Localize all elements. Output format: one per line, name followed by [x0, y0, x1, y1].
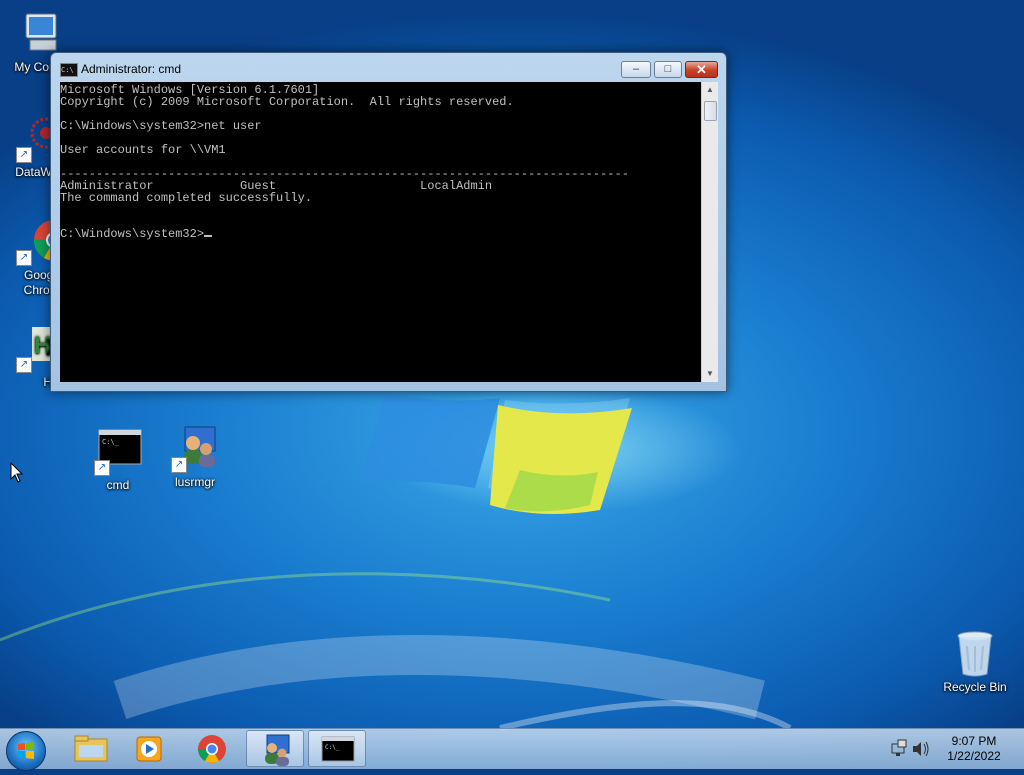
- close-icon: ✕: [696, 62, 707, 77]
- cmd-icon: C:\_: [321, 736, 355, 762]
- folder-icon: [74, 735, 108, 762]
- taskbar-lusrmgr-button[interactable]: [246, 730, 304, 767]
- console-line: User accounts for \\VM1: [60, 143, 226, 157]
- shortcut-arrow-icon: ↗: [16, 250, 32, 266]
- console-prompt: C:\Windows\system32>: [60, 227, 205, 241]
- console-line: The command completed successfully.: [60, 191, 313, 205]
- maximize-icon: □: [664, 63, 672, 75]
- minimize-button[interactable]: –: [621, 61, 651, 78]
- start-button[interactable]: [6, 731, 46, 771]
- users-icon: [265, 734, 290, 766]
- network-icon[interactable]: [891, 739, 907, 756]
- console-line: C:\Windows\system32>net user: [60, 119, 262, 133]
- desktop-icon-recycle-bin[interactable]: Recycle Bin: [935, 630, 1015, 695]
- window-title: Administrator: cmd: [81, 62, 182, 76]
- vertical-scrollbar[interactable]: ▲ ▼: [701, 82, 718, 382]
- svg-text:C:\_: C:\_: [325, 744, 340, 751]
- mouse-pointer-icon: [10, 462, 24, 483]
- shortcut-arrow-icon: ↗: [171, 457, 187, 473]
- desktop-icon-cmd[interactable]: C:\_ ↗ cmd: [78, 428, 158, 493]
- media-player-icon: [136, 736, 162, 762]
- windows-flag-icon: [18, 742, 34, 759]
- clock-time: 9:07 PM: [951, 734, 997, 748]
- desktop-icon-lusrmgr[interactable]: ↗ lusrmgr: [155, 425, 235, 490]
- computer-icon: [16, 10, 64, 58]
- cmd-title-icon: C:\: [60, 63, 78, 77]
- cmd-icon: C:\_ ↗: [94, 428, 142, 476]
- taskbar-cmd-button[interactable]: C:\_: [308, 730, 366, 767]
- scroll-up-icon[interactable]: ▲: [702, 82, 718, 98]
- cmd-window[interactable]: C:\ Administrator: cmd – □ ✕ Microsoft W…: [50, 52, 727, 392]
- shortcut-arrow-icon: ↗: [16, 147, 32, 163]
- taskbar-explorer-button[interactable]: [62, 730, 120, 767]
- taskbar-chrome-button[interactable]: [183, 730, 241, 767]
- console-output[interactable]: Microsoft Windows [Version 6.1.7601] Cop…: [60, 82, 701, 382]
- minimize-icon: –: [632, 63, 640, 75]
- taskbar-media-player-button[interactable]: [120, 730, 178, 767]
- clock-date: 1/22/2022: [947, 749, 1001, 763]
- clock[interactable]: 9:07 PM 1/22/2022: [936, 734, 1012, 764]
- taskbar: C:\_ 9:07 PM 1/22/2022: [0, 728, 1024, 771]
- desktop-icon-label: Recycle Bin: [943, 680, 1007, 694]
- desktop-icon-label: lusrmgr: [174, 475, 215, 489]
- volume-icon[interactable]: [913, 741, 929, 757]
- recycle-bin-icon: [951, 630, 999, 678]
- scroll-thumb[interactable]: [704, 101, 717, 121]
- maximize-button[interactable]: □: [654, 61, 682, 78]
- scroll-down-icon[interactable]: ▼: [702, 366, 718, 382]
- shortcut-arrow-icon: ↗: [16, 357, 32, 373]
- svg-text:C:\_: C:\_: [102, 438, 120, 446]
- title-bar[interactable]: C:\ Administrator: cmd – □ ✕: [51, 53, 726, 81]
- users-icon: ↗: [171, 425, 219, 473]
- console-line: Copyright (c) 2009 Microsoft Corporation…: [60, 95, 514, 109]
- chrome-icon: [198, 735, 226, 763]
- close-button[interactable]: ✕: [685, 61, 718, 78]
- text-cursor: [204, 235, 213, 237]
- desktop-icon-label: cmd: [106, 478, 130, 492]
- shortcut-arrow-icon: ↗: [94, 460, 110, 476]
